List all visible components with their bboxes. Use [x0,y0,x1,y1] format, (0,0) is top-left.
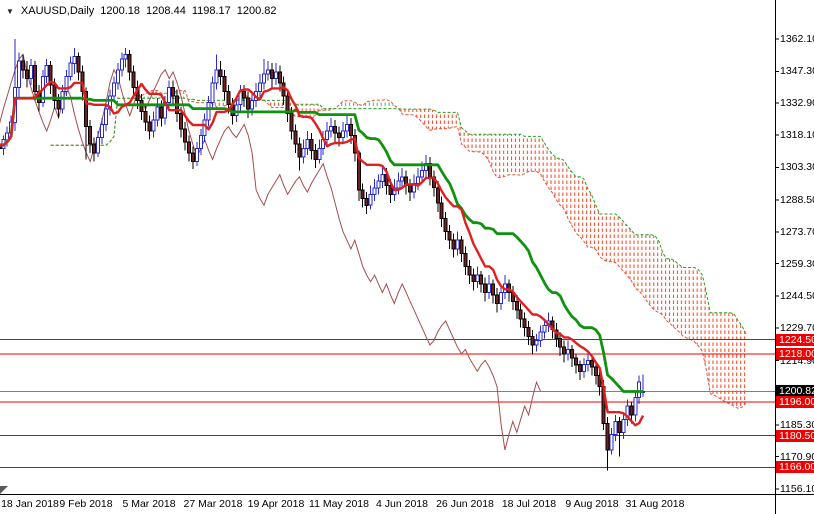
quote-high: 1208.44 [146,5,186,17]
plot-area[interactable] [0,39,775,471]
ichimoku-cloud [50,89,747,409]
tenkan-sen-line [0,80,645,427]
horizontal-level-lines [0,339,775,468]
trading-chart-window: 1362.101347.301332.901318.101303.301288.… [0,0,814,514]
quote-open: 1200.18 [100,5,141,17]
quote-low: 1198.17 [191,5,231,17]
axes [0,0,814,514]
axis-corner-marker-icon [0,486,8,494]
chikou-span-line [0,53,541,451]
price-chart-canvas[interactable] [0,0,814,514]
chart-header: ▼ XAUUSD,Daily 1200.18 1208.44 1198.17 1… [6,4,277,18]
chart-menu-arrow-icon[interactable]: ▼ [6,7,14,16]
symbol-timeframe-title: XAUUSD,Daily [20,5,95,17]
quote-close: 1200.82 [236,5,277,17]
